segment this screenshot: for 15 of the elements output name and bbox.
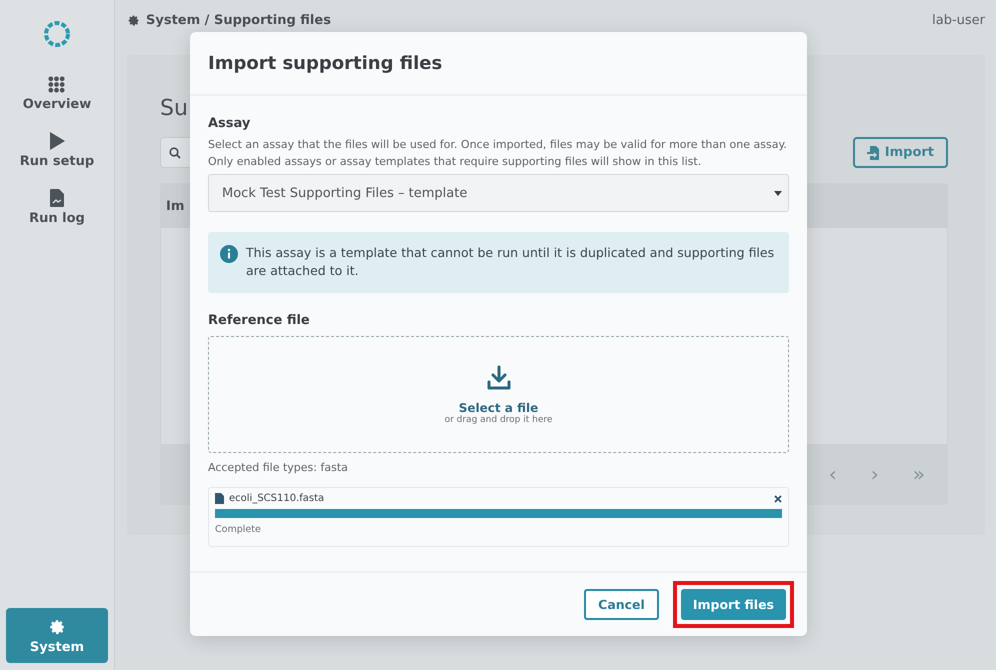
help-text: Select an assay that the files will be used for. Once imported, files may be valid for more than one assay. <box>208 138 788 151</box>
breadcrumb-text: System / Supporting files <box>146 12 331 28</box>
info-text: This assay is a template that cannot be run until it is duplicated and supporting files are attached to it. <box>246 244 775 280</box>
help-text: Only enabled assays or assay templates that require supporting files will show in this list. <box>208 155 702 168</box>
drop-hint: or drag and drop it here <box>444 414 552 424</box>
accepted-types: Accepted file types: fasta <box>208 461 349 474</box>
page-title: Su <box>160 95 189 121</box>
upload-status: Complete <box>215 524 262 535</box>
drop-title: Select a file <box>458 400 538 414</box>
file-name: ecoli_SCS110.fasta <box>229 493 324 504</box>
assay-label: Assay <box>208 116 252 131</box>
user-name: lab-user <box>932 12 985 28</box>
dialog-title: Import supporting files <box>208 52 442 74</box>
column-header: Im <box>166 198 184 214</box>
reference-label: Reference file <box>208 313 311 328</box>
